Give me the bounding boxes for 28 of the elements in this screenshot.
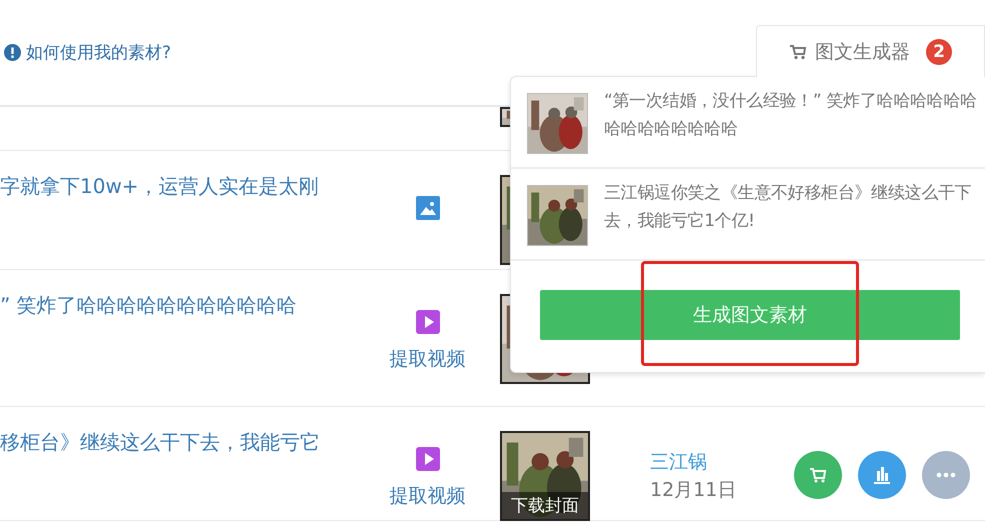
tab-label: 图文生成器 [815,40,910,64]
author-link[interactable]: 三江锅 [650,449,736,475]
download-cover-button[interactable]: 下载封面 [502,492,588,519]
extract-video-link[interactable]: 提取视频 [390,346,466,372]
extract-video-link[interactable]: 提取视频 [390,483,466,509]
article-title-link[interactable]: 字就拿下10w+，运营人实在是太刚 [0,174,319,198]
generator-item[interactable]: “第一次结婚，没什么经验！” 笑炸了哈哈哈哈哈哈哈哈哈哈哈哈哈哈 [511,77,985,169]
image-icon[interactable] [416,196,440,220]
item-title: “第一次结婚，没什么经验！” 笑炸了哈哈哈哈哈哈哈哈哈哈哈哈哈哈 [604,90,977,141]
info-icon [4,44,21,61]
add-to-cart-button[interactable] [794,451,842,499]
more-button[interactable] [922,451,970,499]
generate-button[interactable]: 生成图文素材 [540,290,960,340]
play-icon[interactable] [416,447,440,471]
help-link[interactable]: 如何使用我的素材? [26,41,172,64]
article-title-link[interactable]: ” 笑炸了哈哈哈哈哈哈哈哈哈哈哈 [0,293,297,317]
item-title: 三江锅逗你笑之《生意不好移柜台》继续这么干下去，我能亏它1个亿! [604,182,972,233]
cart-icon [789,44,807,60]
play-icon[interactable] [416,310,440,334]
generator-item[interactable]: 三江锅逗你笑之《生意不好移柜台》继续这么干下去，我能亏它1个亿! [511,169,985,261]
more-icon [936,472,956,478]
cart-icon [809,466,828,484]
generator-tab[interactable]: 图文生成器 2 [756,25,985,77]
statistics-button[interactable] [858,451,906,499]
publish-date: 12月11日 [650,478,736,503]
bar-chart-icon [872,465,892,485]
article-title-link[interactable]: 移柜台》继续这么干下去，我能亏它 [0,430,320,454]
count-badge: 2 [926,38,952,64]
